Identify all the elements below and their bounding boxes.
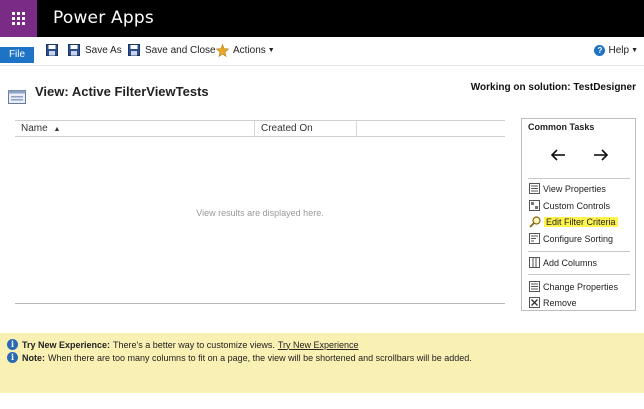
tasks-divider	[528, 274, 630, 275]
file-button[interactable]: File	[0, 47, 34, 63]
help-label: Help	[608, 44, 630, 56]
waffle-icon	[12, 12, 25, 25]
tasks-divider	[528, 178, 630, 179]
column-header-name[interactable]: Name ▲	[15, 121, 255, 136]
try-text: There's a better way to customize views.	[113, 339, 275, 350]
task-view-properties[interactable]: View Properties	[529, 182, 606, 195]
column-header-created-on-label: Created On	[261, 123, 313, 134]
task-label: Configure Sorting	[543, 233, 614, 244]
task-remove[interactable]: Remove	[529, 296, 577, 309]
task-change-properties[interactable]: Change Properties	[529, 280, 618, 293]
notification-bar: i Try New Experience: There's a better w…	[0, 333, 644, 393]
info-icon: i	[7, 352, 18, 363]
sort-icon	[529, 233, 540, 244]
save-icon	[46, 44, 58, 56]
column-header-created-on[interactable]: Created On	[255, 121, 357, 136]
save-as-button[interactable]: Save As	[68, 42, 122, 58]
save-button[interactable]	[46, 42, 62, 58]
note-text: When there are too many columns to fit o…	[48, 352, 472, 363]
common-tasks-title: Common Tasks	[528, 122, 595, 132]
toolbar-divider	[0, 65, 644, 66]
task-label: Custom Controls	[543, 200, 611, 211]
task-add-columns[interactable]: Add Columns	[529, 256, 597, 269]
task-custom-controls[interactable]: Custom Controls	[529, 199, 610, 212]
actions-menu[interactable]: Actions ▼	[216, 42, 275, 58]
save-close-icon	[128, 43, 140, 56]
change-properties-icon	[529, 281, 540, 292]
task-label: Edit Filter Criteria	[544, 216, 618, 227]
properties-icon	[529, 183, 540, 194]
view-icon	[8, 90, 26, 104]
note-label: Note:	[22, 352, 45, 363]
magnifier-icon	[529, 215, 541, 228]
task-edit-filter-criteria[interactable]: Edit Filter Criteria	[529, 215, 618, 228]
add-columns-icon	[529, 257, 540, 268]
chevron-down-icon: ▼	[631, 46, 638, 54]
app-launcher-button[interactable]	[0, 0, 37, 37]
chevron-down-icon: ▼	[267, 46, 275, 54]
grid-header: Name ▲ Created On	[15, 120, 505, 137]
move-right-icon[interactable]	[593, 148, 609, 162]
common-tasks-panel: Common Tasks View Properties Custom Cont…	[521, 118, 636, 311]
command-bar: File Save As Save and Close Actions ▼ ? …	[0, 37, 644, 63]
app-name[interactable]: Power Apps	[53, 8, 154, 28]
task-configure-sorting[interactable]: Configure Sorting	[529, 232, 613, 245]
grid-bottom-border	[15, 303, 505, 304]
task-label: Change Properties	[543, 281, 619, 292]
solution-label: Working on solution: TestDesigner	[470, 82, 636, 93]
try-new-experience-link[interactable]: Try New Experience	[278, 340, 359, 350]
try-label: Try New Experience:	[22, 339, 111, 350]
grid-empty-message: View results are displayed here.	[196, 208, 324, 218]
controls-icon	[529, 200, 540, 211]
column-header-name-label: Name	[21, 123, 48, 134]
remove-icon	[529, 297, 540, 308]
save-as-label: Save As	[85, 44, 122, 56]
save-and-close-label: Save and Close	[145, 44, 216, 56]
top-bar: Power Apps	[0, 0, 644, 37]
actions-icon	[216, 43, 229, 57]
sort-ascending-icon: ▲	[53, 126, 61, 133]
help-menu[interactable]: ? Help ▼	[594, 42, 638, 58]
page-title: View: Active FilterViewTests	[35, 84, 209, 99]
info-icon: i	[7, 339, 18, 350]
task-label: Add Columns	[543, 257, 598, 268]
move-left-icon[interactable]	[550, 148, 566, 162]
save-as-icon	[68, 43, 80, 56]
task-label: Remove	[543, 297, 577, 308]
try-new-experience-note: i Try New Experience: There's a better w…	[7, 338, 359, 351]
task-label: View Properties	[543, 183, 606, 194]
tasks-divider	[528, 251, 630, 252]
actions-label: Actions	[233, 44, 266, 56]
help-icon: ?	[594, 44, 606, 56]
save-and-close-button[interactable]: Save and Close	[128, 42, 216, 58]
columns-note: i Note: When there are too many columns …	[7, 351, 472, 364]
